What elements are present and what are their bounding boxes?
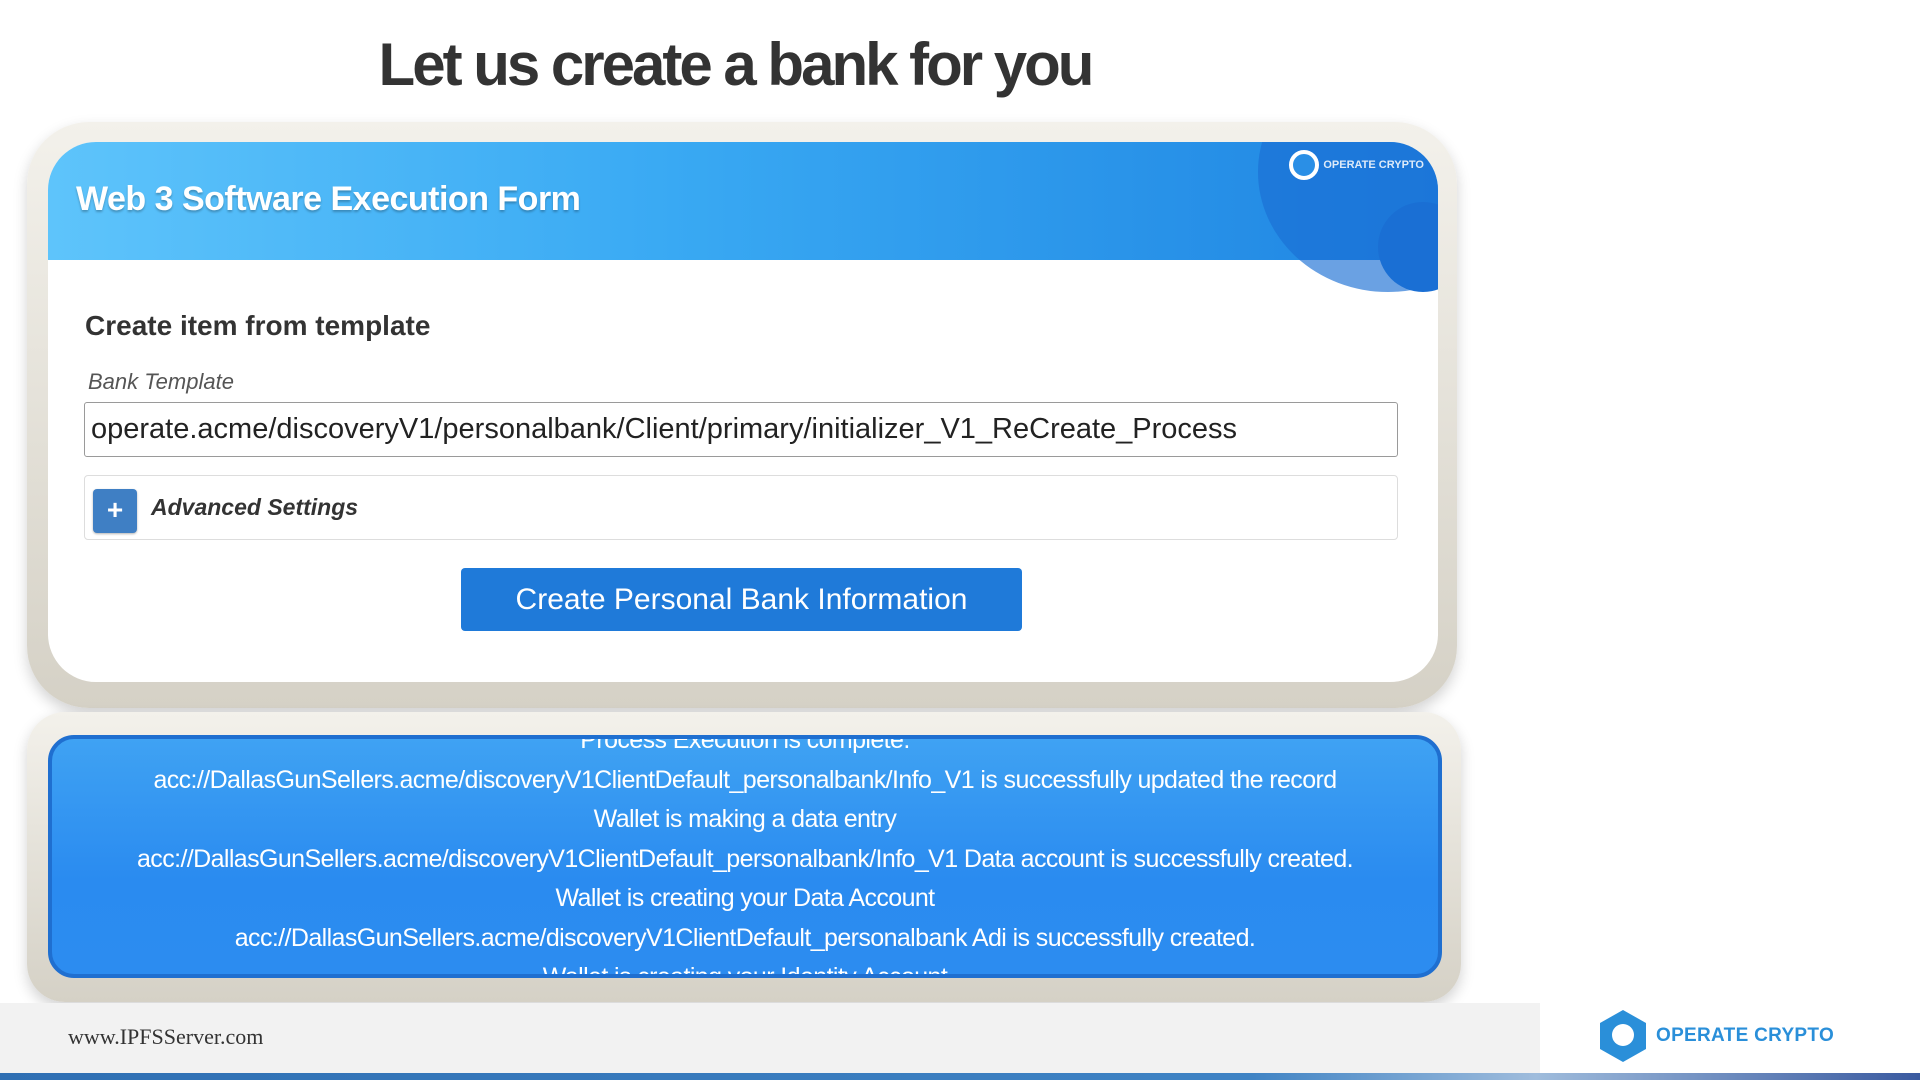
log-line: Process Execution is complete. [580,735,910,754]
form-header-title: Web 3 Software Execution Form [76,180,581,218]
slide-title: Let us create a bank for you [378,31,1095,98]
plus-icon[interactable]: + [93,489,137,533]
create-personal-bank-button[interactable]: Create Personal Bank Information [461,568,1022,631]
footer-url[interactable]: www.IPFSServer.com [68,1024,263,1050]
execution-form: Web 3 Software Execution Form OPERATE CR… [48,142,1438,682]
bank-template-label: Bank Template [88,369,234,394]
execution-log-panel[interactable]: Process Execution is complete. acc://Dal… [48,735,1442,978]
advanced-settings-label[interactable]: Advanced Settings [151,494,358,521]
log-line: Wallet is making a data entry [593,805,897,833]
log-line: acc://DallasGunSellers.acme/discoveryV1C… [234,923,1256,952]
log-line: Wallet is creating your Identity Account [542,963,948,978]
log-line: acc://DallasGunSellers.acme/discoveryV1C… [137,844,1354,873]
bank-template-input[interactable]: operate.acme/discoveryV1/personalbank/Cl… [84,402,1398,457]
operate-crypto-hex-icon [1600,1010,1646,1062]
footer-logo-text: OPERATE CRYPTO [1656,1025,1835,1046]
form-section-title: Create item from template [85,310,431,341]
header-logo: OPERATE CRYPTO [1289,150,1424,180]
log-lines: Process Execution is complete. acc://Dal… [52,735,1438,978]
log-line: Wallet is creating your Data Account [555,884,935,912]
footer-logo: OPERATE CRYPTO [1600,1010,1834,1062]
bottom-accent-strip [0,1073,1920,1080]
operate-crypto-logo-icon [1289,150,1320,180]
header-logo-text: OPERATE CRYPTO [1323,159,1424,171]
advanced-settings-row[interactable]: + Advanced Settings [84,475,1398,540]
log-line: acc://DallasGunSellers.acme/discoveryV1C… [153,765,1337,794]
form-header: Web 3 Software Execution Form OPERATE CR… [48,142,1438,292]
